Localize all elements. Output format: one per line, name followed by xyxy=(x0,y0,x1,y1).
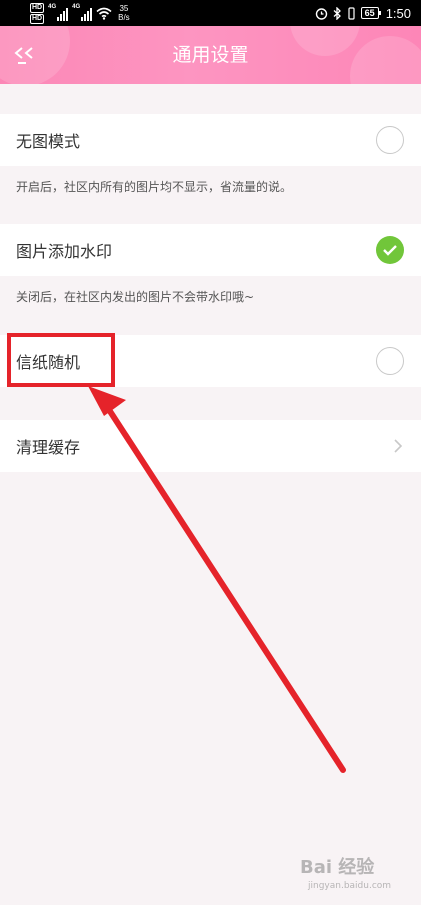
setting-row[interactable]: 无图模式 xyxy=(0,114,421,166)
status-left: HD HD 4G 4G 35 B/s xyxy=(30,2,130,24)
setting-row[interactable]: 信纸随机 xyxy=(0,335,421,387)
network-speed: 35 B/s xyxy=(118,4,130,22)
hd-badge: HD xyxy=(30,13,45,24)
baidu-watermark: Bai 经验 jingyan.baidu.com xyxy=(300,853,410,898)
bluetooth-icon xyxy=(333,6,341,20)
hd-badges: HD HD xyxy=(30,2,45,24)
setting-label: 信纸随机 xyxy=(16,353,81,372)
setting-random-stationery: 信纸随机 xyxy=(0,335,421,387)
watermark-url: jingyan.baidu.com xyxy=(308,881,392,891)
setting-label: 无图模式 xyxy=(16,132,81,151)
setting-description: 开启后，社区内所有的图片均不显示，省流量的说。 xyxy=(0,166,421,208)
setting-image-watermark: 图片添加水印 关闭后，在社区内发出的图片不会带水印哦~ xyxy=(0,224,421,318)
setting-row[interactable]: 图片添加水印 xyxy=(0,224,421,276)
radio-unchecked-icon[interactable] xyxy=(376,347,404,375)
setting-clear-cache: 清理缓存 xyxy=(0,420,421,472)
setting-label: 清理缓存 xyxy=(16,438,81,457)
clock: 1:50 xyxy=(385,5,411,21)
status-bar: HD HD 4G 4G 35 B/s 65 1:50 xyxy=(0,0,421,26)
battery-icon: 65 xyxy=(360,7,381,19)
hd-badge: HD xyxy=(30,2,45,13)
page-title: 通用设置 xyxy=(172,44,249,66)
setting-row[interactable]: 清理缓存 xyxy=(0,420,421,472)
radio-unchecked-icon[interactable] xyxy=(376,126,404,154)
checkmark-icon[interactable] xyxy=(376,236,404,264)
vibrate-icon xyxy=(348,6,355,20)
status-right: 65 1:50 xyxy=(315,0,411,26)
cell-signal-icon: 4G xyxy=(48,4,69,22)
cell-signal-icon: 4G xyxy=(72,4,93,22)
watermark-logo: Bai 经验 xyxy=(300,857,375,878)
app-header: 通用设置 xyxy=(0,26,421,84)
alarm-icon xyxy=(315,7,327,20)
setting-no-image-mode: 无图模式 开启后，社区内所有的图片均不显示，省流量的说。 xyxy=(0,114,421,208)
setting-label: 图片添加水印 xyxy=(16,242,113,261)
chevron-right-icon xyxy=(394,439,403,453)
wifi-icon xyxy=(96,7,112,20)
setting-description: 关闭后，在社区内发出的图片不会带水印哦~ xyxy=(0,276,421,318)
